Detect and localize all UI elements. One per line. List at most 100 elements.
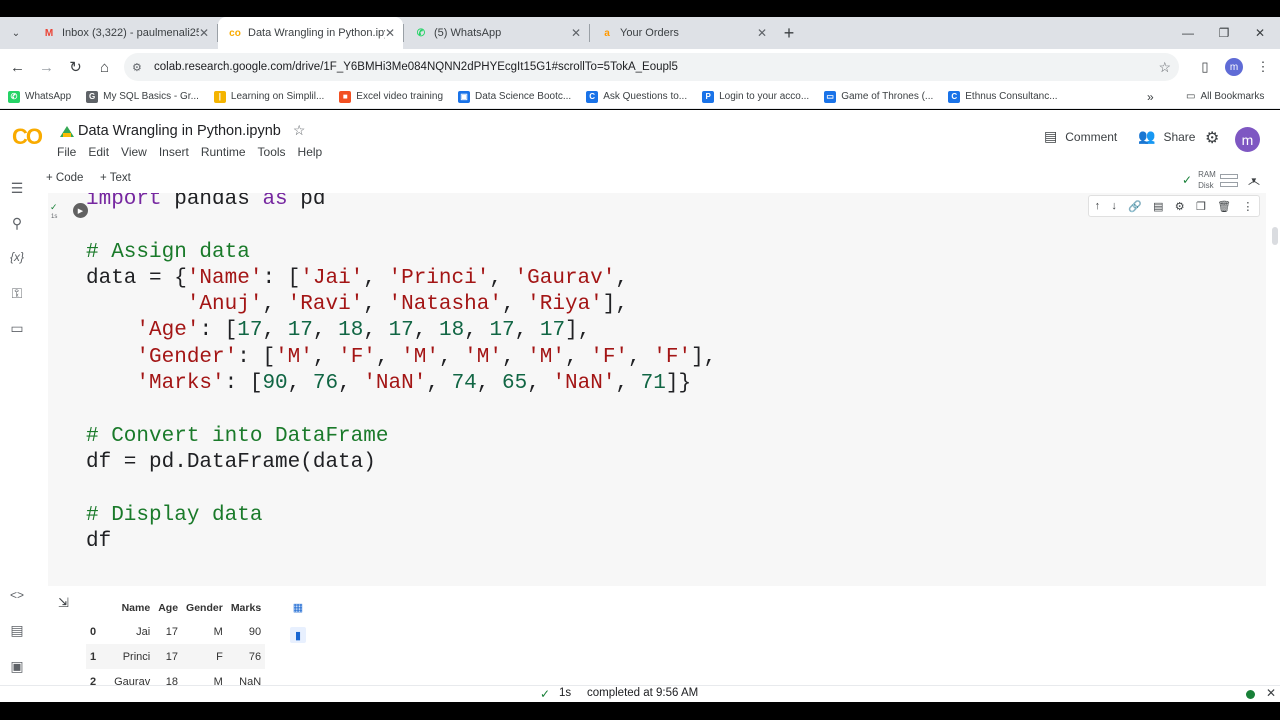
menu-tools[interactable]: Tools bbox=[258, 145, 286, 159]
interactive-table-icon[interactable]: ▦ bbox=[290, 599, 306, 615]
tab-label: Inbox (3,322) - paulmenali250 bbox=[62, 27, 199, 39]
restore-icon[interactable]: ❐ bbox=[1206, 17, 1242, 49]
browser-tab[interactable]: M Inbox (3,322) - paulmenali250 ✕ bbox=[32, 17, 217, 49]
code-line: # Assign data bbox=[86, 240, 716, 266]
variables-icon[interactable]: {x} bbox=[8, 248, 26, 266]
code-token: 'Riya' bbox=[527, 293, 603, 317]
ram-bar bbox=[1219, 173, 1238, 179]
menu-edit[interactable]: Edit bbox=[88, 145, 109, 159]
resources-indicator[interactable]: ✓ RAM Disk ▼ bbox=[1182, 169, 1258, 191]
move-down-icon[interactable]: ↓ bbox=[1111, 200, 1117, 212]
home-icon[interactable]: ⌂ bbox=[90, 53, 119, 82]
browser-toolbar: ← → ↻ ⌂ ⚙ colab.research.google.com/driv… bbox=[0, 49, 1280, 85]
terminal-icon[interactable]: ▣ bbox=[8, 657, 26, 675]
delete-icon[interactable]: 🗑 bbox=[1217, 200, 1231, 213]
menu-view[interactable]: View bbox=[121, 145, 147, 159]
tab-close-icon[interactable]: ✕ bbox=[571, 26, 581, 40]
bookmark-item[interactable]: ✆ WhatsApp bbox=[8, 90, 71, 103]
browser-menu-icon[interactable]: ⋮ bbox=[1249, 49, 1277, 85]
settings-icon[interactable]: ⚙ bbox=[1205, 128, 1219, 148]
mirror-cell-icon[interactable]: ❐ bbox=[1196, 200, 1206, 213]
menu-runtime[interactable]: Runtime bbox=[201, 145, 246, 159]
side-panel-icon[interactable]: ▯ bbox=[1191, 49, 1219, 85]
reload-icon[interactable]: ↻ bbox=[61, 53, 90, 82]
forward-icon[interactable]: → bbox=[32, 53, 61, 82]
browser-tab[interactable]: ✆ (5) WhatsApp ✕ bbox=[404, 17, 589, 49]
comment-icon[interactable]: ▤ bbox=[1153, 200, 1163, 213]
code-token: 'Ravi' bbox=[287, 293, 364, 317]
new-tab-button[interactable]: + bbox=[775, 17, 803, 49]
code-token: # Assign data bbox=[86, 240, 250, 264]
bookmark-item[interactable]: ■ Excel video training bbox=[339, 90, 443, 103]
site-info-icon[interactable]: ⚙ bbox=[132, 61, 150, 74]
tab-search-button[interactable]: ⌄ bbox=[0, 17, 32, 49]
window-close-icon[interactable]: ✕ bbox=[1242, 17, 1278, 49]
menu-file[interactable]: File bbox=[57, 145, 76, 159]
bookmark-item[interactable]: P Login to your acco... bbox=[702, 90, 809, 103]
bookmark-item[interactable]: ▭ Game of Thrones (... bbox=[824, 90, 933, 103]
tab-close-icon[interactable]: ✕ bbox=[385, 26, 395, 40]
files-folder-icon[interactable]: ▭ bbox=[8, 319, 26, 337]
bookmark-item[interactable]: C Ask Questions to... bbox=[586, 90, 687, 103]
cell-settings-icon[interactable]: ⚙ bbox=[1175, 200, 1185, 213]
move-up-icon[interactable]: ↑ bbox=[1095, 200, 1101, 212]
tab-close-icon[interactable]: ✕ bbox=[199, 26, 209, 40]
code-token: , bbox=[527, 372, 553, 396]
search-icon[interactable]: ⚲ bbox=[8, 214, 26, 232]
browser-tab[interactable]: co Data Wrangling in Python.ipyn ✕ bbox=[218, 17, 403, 49]
table-row: 0 Jai 17 M 90 bbox=[86, 619, 265, 644]
left-rail: ☰ ⚲ {x} ⚿ ▭ <> ▤ ▣ bbox=[0, 168, 34, 685]
chevron-up-icon[interactable]: ︿ bbox=[1248, 171, 1260, 188]
bookmark-star-icon[interactable]: ☆ bbox=[1158, 59, 1171, 76]
all-bookmarks-button[interactable]: ▭ All Bookmarks bbox=[1186, 91, 1264, 102]
code-token: 'F' bbox=[590, 345, 629, 369]
bookmark-item[interactable]: ▣ Data Science Bootc... bbox=[458, 90, 571, 103]
code-editor[interactable]: import pandas as pd # Assign data data = {… bbox=[86, 193, 716, 555]
df-cell: Princi bbox=[110, 644, 155, 669]
comment-button[interactable]: ▤ Comment bbox=[1044, 128, 1117, 145]
account-avatar[interactable]: m bbox=[1235, 127, 1260, 152]
menu-insert[interactable]: Insert bbox=[159, 145, 189, 159]
command-palette-icon[interactable]: ▤ bbox=[8, 621, 26, 639]
table-of-contents-icon[interactable]: ☰ bbox=[8, 179, 26, 197]
add-text-button[interactable]: + Text bbox=[100, 172, 131, 184]
connected-check-icon: ✓ bbox=[1182, 173, 1193, 187]
notebook-title-row: Data Wrangling in Python.ipynb ☆ bbox=[60, 122, 305, 139]
drive-icon[interactable] bbox=[60, 125, 74, 137]
bookmark-item[interactable]: | Learning on Simplil... bbox=[213, 90, 324, 103]
code-cell[interactable]: ✓ 1s ▶ import pandas as pd # Assign data d… bbox=[48, 193, 1266, 586]
output-actions-icon[interactable]: ⇲ bbox=[58, 595, 69, 611]
star-notebook-icon[interactable]: ☆ bbox=[293, 122, 306, 139]
more-bookmarks-icon[interactable]: » bbox=[1147, 90, 1154, 104]
bookmarks-bar: ✆ WhatsApp G My SQL Basics - Gr... | Learning… bbox=[0, 85, 1280, 109]
browser-tab[interactable]: a Your Orders ✕ bbox=[590, 17, 775, 49]
back-icon[interactable]: ← bbox=[3, 53, 32, 82]
status-message: completed at 9:56 AM bbox=[587, 687, 699, 699]
runtime-status-dot[interactable] bbox=[1246, 690, 1255, 699]
chart-suggestion-icon[interactable]: ▮ bbox=[290, 627, 306, 643]
code-snippets-icon[interactable]: <> bbox=[8, 586, 26, 604]
secrets-key-icon[interactable]: ⚿ bbox=[8, 284, 26, 302]
cell-exec-time: 1s bbox=[51, 214, 58, 220]
tab-close-icon[interactable]: ✕ bbox=[757, 26, 767, 40]
notebook-title[interactable]: Data Wrangling in Python.ipynb bbox=[78, 123, 281, 139]
link-icon[interactable]: 🔗 bbox=[1128, 200, 1142, 213]
menu-help[interactable]: Help bbox=[298, 145, 323, 159]
share-button[interactable]: 👥 Share bbox=[1138, 128, 1195, 145]
status-close-icon[interactable]: ✕ bbox=[1266, 686, 1276, 700]
code-token: 'Jai' bbox=[300, 266, 364, 290]
colab-logo[interactable]: CO bbox=[12, 124, 43, 150]
table-row: 1 Princi 17 F 76 bbox=[86, 644, 266, 669]
bookmark-item[interactable]: G My SQL Basics - Gr... bbox=[86, 90, 199, 103]
more-options-icon[interactable]: ⋮ bbox=[1242, 200, 1253, 213]
code-token: , bbox=[287, 372, 313, 396]
bookmark-item[interactable]: C Ethnus Consultanc... bbox=[948, 90, 1058, 103]
profile-button[interactable]: m bbox=[1220, 49, 1248, 85]
address-bar[interactable]: ⚙ colab.research.google.com/drive/1F_Y6B… bbox=[124, 53, 1179, 81]
add-code-button[interactable]: + Code bbox=[46, 172, 83, 184]
scrollbar-thumb[interactable] bbox=[1272, 227, 1278, 245]
ticket-icon: ▭ bbox=[824, 90, 837, 103]
minimize-icon[interactable]: — bbox=[1170, 17, 1206, 49]
